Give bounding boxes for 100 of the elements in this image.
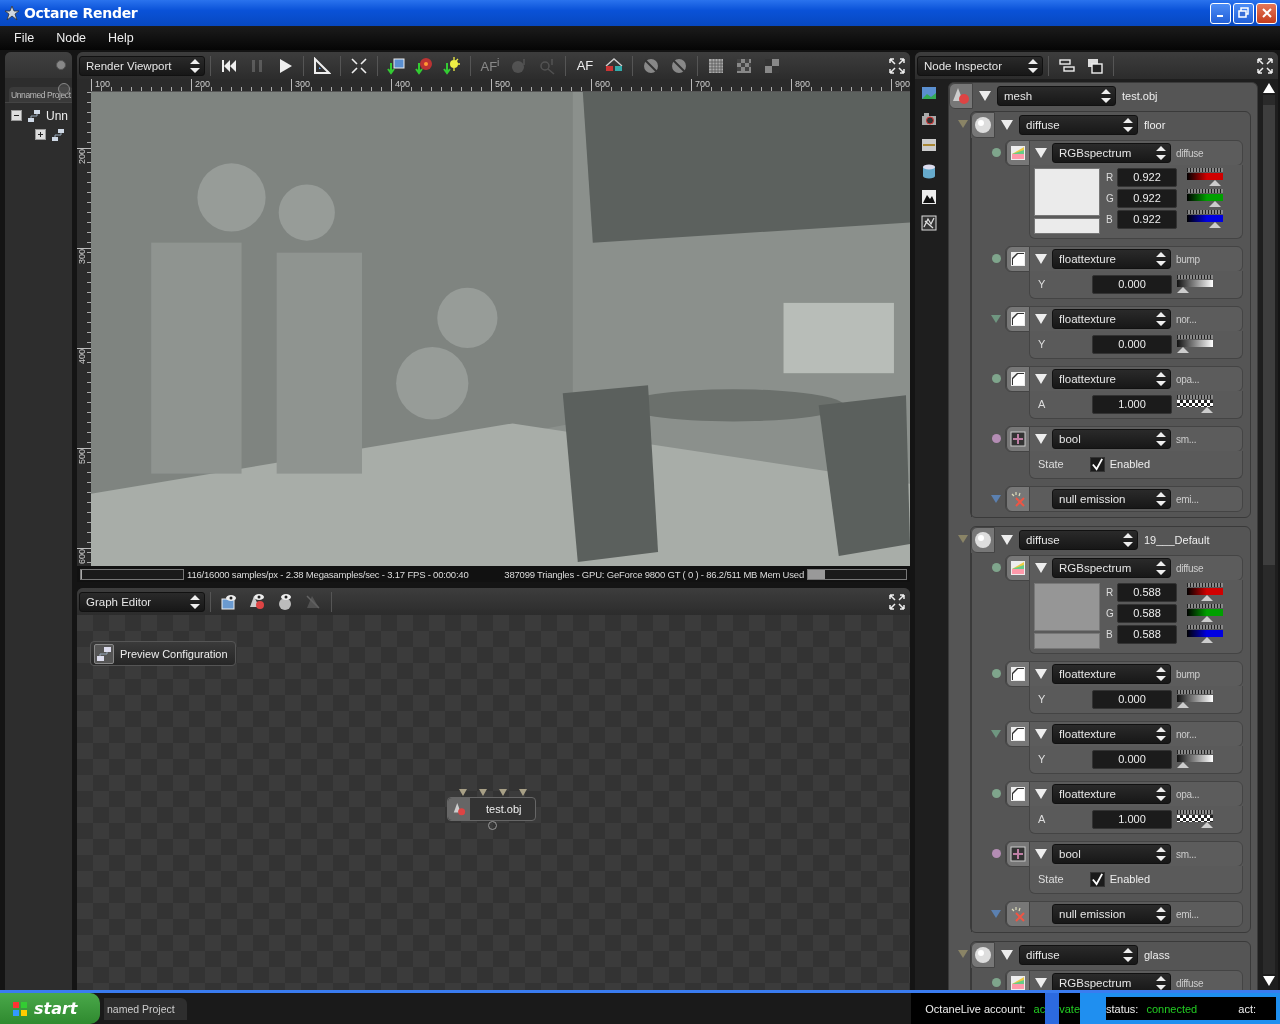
- pin-dot[interactable]: [992, 563, 1001, 572]
- value-field[interactable]: 0.588: [1117, 624, 1177, 644]
- project-tab[interactable]: Unnamed Project: [9, 87, 72, 102]
- texture-type-dropdown[interactable]: RGBspectrum: [1052, 973, 1171, 990]
- graph-editor-dropdown[interactable]: Graph Editor: [79, 591, 205, 612]
- value-field[interactable]: 0.922: [1117, 167, 1177, 187]
- slider-thumb[interactable]: [1177, 287, 1189, 293]
- collapse-triangle-icon[interactable]: [1035, 314, 1047, 324]
- pin-dot[interactable]: [992, 374, 1001, 383]
- mesh-icon[interactable]: [949, 83, 973, 109]
- camera-icon[interactable]: [921, 111, 937, 127]
- input-pin-icon[interactable]: [958, 950, 968, 958]
- collapse-triangle-icon[interactable]: [1035, 374, 1047, 384]
- texture-type-dropdown[interactable]: floattexture: [1052, 309, 1171, 329]
- checkbox[interactable]: [1089, 456, 1105, 472]
- value-slider[interactable]: [1177, 395, 1213, 413]
- texture-type-dropdown[interactable]: floattexture: [1052, 369, 1171, 389]
- pin-dot[interactable]: [992, 789, 1001, 798]
- value-field[interactable]: 1.000: [1092, 394, 1172, 414]
- expander-icon[interactable]: [35, 129, 46, 140]
- taskbar-task[interactable]: named Project: [104, 997, 187, 1020]
- texture-type-dropdown[interactable]: null emission: [1052, 489, 1171, 509]
- collapse-triangle-icon[interactable]: [1035, 729, 1047, 739]
- slider-thumb[interactable]: [1177, 347, 1189, 353]
- toggle-icon[interactable]: [1006, 426, 1030, 452]
- value-slider[interactable]: [1177, 690, 1213, 708]
- scrollbar[interactable]: [1260, 79, 1278, 990]
- checkbox-label[interactable]: Enabled: [1109, 873, 1151, 885]
- collapse-triangle-icon[interactable]: [1035, 148, 1047, 158]
- collapse-triangle-icon[interactable]: [1035, 254, 1047, 264]
- collapse-triangle-icon[interactable]: [1035, 434, 1047, 444]
- minimize-button[interactable]: [1210, 2, 1231, 24]
- value-field[interactable]: 0.000: [1092, 749, 1172, 769]
- menu-item[interactable]: Help: [100, 31, 142, 45]
- collapse-triangle-icon[interactable]: [1035, 849, 1047, 859]
- pin-dot[interactable]: [992, 254, 1001, 263]
- texture-type-dropdown[interactable]: bool: [1052, 844, 1171, 864]
- value-slider[interactable]: [1177, 275, 1213, 293]
- image-icon[interactable]: [921, 85, 937, 101]
- gradient-square-icon[interactable]: [1006, 721, 1030, 747]
- mesh-graph-node[interactable]: test.obj: [447, 797, 537, 821]
- viewport-dropdown[interactable]: Render Viewport: [79, 55, 205, 76]
- sparkle-cross-icon[interactable]: [1006, 901, 1030, 927]
- channel-slider[interactable]: [1187, 625, 1223, 643]
- color-ramp-icon[interactable]: [1006, 140, 1030, 166]
- color-ramp-icon[interactable]: [1006, 970, 1030, 990]
- slider-thumb[interactable]: [1209, 222, 1222, 228]
- value-slider[interactable]: [1177, 810, 1213, 828]
- value-slider[interactable]: [1177, 335, 1213, 353]
- pin-dot[interactable]: [992, 849, 1001, 858]
- collapse-triangle-icon[interactable]: [1001, 535, 1013, 545]
- start-button[interactable]: start: [0, 993, 100, 1024]
- node-type-dropdown[interactable]: mesh: [997, 86, 1116, 106]
- checkbox-label[interactable]: Enabled: [1109, 458, 1151, 470]
- cylinder-icon[interactable]: [921, 163, 937, 179]
- slider-thumb[interactable]: [1201, 407, 1213, 413]
- texture-type-dropdown[interactable]: floattexture: [1052, 724, 1171, 744]
- slider-thumb[interactable]: [1201, 637, 1214, 643]
- collapse-triangle-icon[interactable]: [1001, 950, 1013, 960]
- gradient-square-icon[interactable]: [1006, 306, 1030, 332]
- color-swatch[interactable]: [1034, 583, 1100, 631]
- collapse-triangle-icon[interactable]: [979, 91, 991, 101]
- value-field[interactable]: 0.000: [1092, 334, 1172, 354]
- mountain-icon[interactable]: [921, 189, 937, 205]
- fullscreen-icon[interactable]: [889, 57, 905, 74]
- slider-thumb[interactable]: [1177, 702, 1189, 708]
- gradient-square-icon[interactable]: [1006, 246, 1030, 272]
- slider-thumb[interactable]: [1201, 822, 1213, 828]
- collapse-triangle-icon[interactable]: [1035, 978, 1047, 988]
- fullscreen-icon[interactable]: [889, 593, 905, 610]
- value-field[interactable]: 0.000: [1092, 274, 1172, 294]
- inspector-dropdown[interactable]: Node Inspector: [917, 55, 1043, 76]
- input-pin-icon[interactable]: [991, 910, 1001, 918]
- pin-dot[interactable]: [992, 669, 1001, 678]
- texture-type-dropdown[interactable]: null emission: [1052, 904, 1171, 924]
- collapse-triangle-icon[interactable]: [1035, 789, 1047, 799]
- texture-icon[interactable]: [921, 215, 937, 231]
- color-ramp-icon[interactable]: [1006, 555, 1030, 581]
- checkbox[interactable]: [1089, 871, 1105, 887]
- value-slider[interactable]: [1177, 750, 1213, 768]
- node-type-dropdown[interactable]: diffuse: [1019, 530, 1138, 550]
- preview-configuration-button[interactable]: Preview Configuration: [90, 641, 236, 666]
- value-field[interactable]: 1.000: [1092, 809, 1172, 829]
- texture-type-dropdown[interactable]: floattexture: [1052, 784, 1171, 804]
- value-field[interactable]: 0.922: [1117, 209, 1177, 229]
- sparkle-cross-icon[interactable]: [1006, 486, 1030, 512]
- texture-type-dropdown[interactable]: RGBspectrum: [1052, 558, 1171, 578]
- menu-item[interactable]: Node: [48, 31, 95, 45]
- input-pin-icon[interactable]: [958, 535, 968, 543]
- collapse-triangle-icon[interactable]: [1001, 120, 1013, 130]
- expander-icon[interactable]: [11, 110, 22, 121]
- input-pins-icon[interactable]: [459, 789, 529, 797]
- scroll-down-icon[interactable]: [1263, 976, 1275, 986]
- pin-dot[interactable]: [992, 434, 1001, 443]
- input-pin-icon[interactable]: [991, 315, 1001, 323]
- value-field[interactable]: 0.000: [1092, 689, 1172, 709]
- input-pin-icon[interactable]: [958, 120, 968, 128]
- pin-dot[interactable]: [992, 978, 1001, 987]
- color-swatch[interactable]: [1034, 168, 1100, 216]
- node-type-dropdown[interactable]: diffuse: [1019, 115, 1138, 135]
